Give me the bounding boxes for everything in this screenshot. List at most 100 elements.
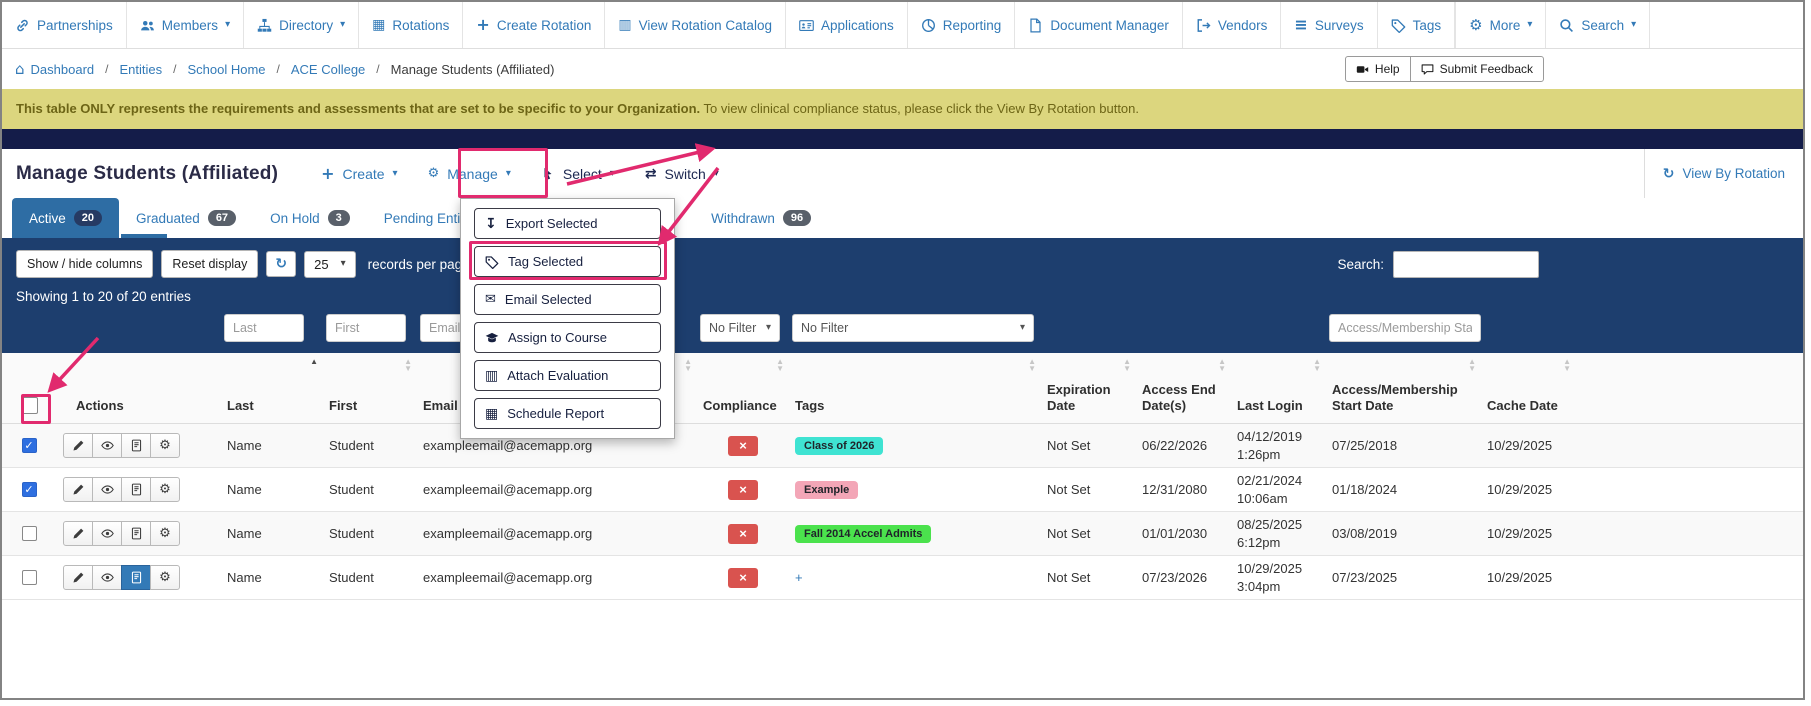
- view-button[interactable]: [92, 521, 122, 547]
- view-by-rotation-button[interactable]: View By Rotation: [1643, 149, 1803, 199]
- edit-button[interactable]: [63, 565, 93, 591]
- tag-pill[interactable]: Example: [795, 480, 859, 499]
- view-button[interactable]: [92, 433, 122, 459]
- cell-access-end: 12/31/2080: [1142, 482, 1208, 498]
- nav-create-rotation[interactable]: Create Rotation: [463, 2, 606, 48]
- sort-icon[interactable]: [1563, 358, 1571, 372]
- sort-icon[interactable]: [776, 358, 784, 372]
- edit-button[interactable]: [63, 433, 93, 459]
- reset-display-button[interactable]: Reset display: [161, 250, 259, 279]
- select-all-checkbox[interactable]: [20, 397, 38, 415]
- nav-partnerships[interactable]: Partnerships: [2, 2, 127, 48]
- view-button[interactable]: [92, 565, 122, 591]
- table-toolbar-area: Show / hide columns Reset display 25 rec…: [2, 238, 1803, 354]
- menu-item-attach-evaluation[interactable]: Attach Evaluation: [474, 360, 661, 391]
- refresh-button[interactable]: [266, 251, 297, 278]
- settings-button[interactable]: [150, 477, 180, 503]
- tags-filter-select[interactable]: No Filter: [792, 314, 1034, 343]
- breadcrumb-school-home[interactable]: School Home: [187, 62, 265, 77]
- nav-tags[interactable]: Tags: [1378, 2, 1456, 48]
- log-button[interactable]: [121, 477, 151, 503]
- search-icon: [1559, 18, 1574, 33]
- file-icon: [1028, 18, 1043, 33]
- last-name-filter-input[interactable]: [224, 314, 304, 343]
- feedback-label: Submit Feedback: [1439, 62, 1533, 76]
- chevron-down-icon: [714, 169, 719, 179]
- per-page-select[interactable]: 25: [304, 250, 356, 278]
- compliance-x-badge[interactable]: [728, 523, 758, 544]
- row-checkbox[interactable]: [21, 570, 37, 586]
- chevron-down-icon: [341, 259, 346, 269]
- nav-directory[interactable]: Directory: [244, 2, 360, 48]
- sort-icon[interactable]: [684, 358, 692, 372]
- cell-email: exampleemail@acemapp.org: [423, 570, 593, 586]
- row-checkbox[interactable]: [21, 438, 37, 454]
- cell-start-date: 07/25/2018: [1332, 438, 1398, 454]
- nav-label: Search: [1581, 17, 1625, 33]
- compliance-x-badge[interactable]: [728, 567, 758, 588]
- sort-icon[interactable]: [1313, 358, 1321, 372]
- nav-members[interactable]: Members: [127, 2, 245, 48]
- tag-pill[interactable]: Fall 2014 Accel Admits: [795, 524, 932, 543]
- tag-pill[interactable]: Class of 2026: [795, 436, 884, 455]
- breadcrumb-ace-college[interactable]: ACE College: [291, 62, 365, 77]
- log-button[interactable]: [121, 433, 151, 459]
- nav-applications[interactable]: Applications: [786, 2, 908, 48]
- row-checkbox[interactable]: [21, 482, 37, 498]
- gear-icon: [159, 571, 171, 584]
- manage-menu-button[interactable]: Manage: [413, 149, 526, 198]
- table-search-input[interactable]: [1393, 250, 1539, 278]
- tab-on-hold[interactable]: On Hold 3: [253, 198, 367, 238]
- nav-surveys[interactable]: Surveys: [1281, 2, 1378, 48]
- nav-search[interactable]: Search: [1546, 2, 1651, 48]
- help-button[interactable]: Help: [1344, 56, 1411, 82]
- sort-icon[interactable]: [1468, 358, 1476, 372]
- refresh-icon: [275, 257, 287, 271]
- header-last: Last: [221, 353, 323, 423]
- sort-icon[interactable]: [1218, 358, 1226, 372]
- tab-graduated[interactable]: Graduated 67: [119, 198, 253, 238]
- sort-icon[interactable]: [1028, 358, 1036, 372]
- menu-item-assign-to-course[interactable]: Assign to Course: [474, 322, 661, 353]
- select-menu-button[interactable]: Select: [526, 149, 630, 198]
- nav-reporting[interactable]: Reporting: [908, 2, 1016, 48]
- show-hide-columns-button[interactable]: Show / hide columns: [16, 250, 154, 279]
- add-tag-link[interactable]: +: [795, 570, 803, 585]
- nav-vendors[interactable]: Vendors: [1183, 2, 1282, 48]
- breadcrumb-dashboard[interactable]: Dashboard: [15, 62, 95, 77]
- menu-item-email-selected[interactable]: Email Selected: [474, 284, 661, 315]
- log-button[interactable]: [121, 565, 151, 591]
- compliance-x-badge[interactable]: [728, 435, 758, 456]
- nav-more[interactable]: More: [1455, 2, 1547, 48]
- menu-item-export-selected[interactable]: Export Selected: [474, 208, 661, 239]
- switch-menu-button[interactable]: Switch: [630, 149, 734, 198]
- menu-item-tag-selected[interactable]: Tag Selected: [474, 246, 661, 277]
- nav-rotations[interactable]: Rotations: [359, 2, 464, 48]
- settings-button[interactable]: [150, 521, 180, 547]
- submit-feedback-button[interactable]: Submit Feedback: [1409, 56, 1544, 82]
- breadcrumb-entities[interactable]: Entities: [119, 62, 162, 77]
- nav-document-manager[interactable]: Document Manager: [1015, 2, 1183, 48]
- sort-icon[interactable]: [310, 358, 318, 372]
- log-button[interactable]: [121, 521, 151, 547]
- header-label: Email: [423, 398, 458, 413]
- settings-button[interactable]: [150, 565, 180, 591]
- settings-button[interactable]: [150, 433, 180, 459]
- plus-icon: [321, 166, 334, 182]
- sort-icon[interactable]: [1123, 358, 1131, 372]
- tab-active[interactable]: Active 20: [12, 198, 120, 239]
- tab-withdrawn[interactable]: Withdrawn 96: [694, 198, 828, 238]
- menu-item-schedule-report[interactable]: Schedule Report: [474, 398, 661, 429]
- edit-button[interactable]: [63, 521, 93, 547]
- sort-icon[interactable]: [404, 358, 412, 372]
- first-name-filter-input[interactable]: [326, 314, 406, 343]
- row-checkbox[interactable]: [21, 526, 37, 542]
- edit-button[interactable]: [63, 477, 93, 503]
- create-menu-button[interactable]: Create: [306, 149, 412, 198]
- filter-value: No Filter: [709, 321, 757, 336]
- view-button[interactable]: [92, 477, 122, 503]
- access-start-filter-input[interactable]: [1329, 314, 1481, 343]
- compliance-x-badge[interactable]: [728, 479, 758, 500]
- compliance-filter-select[interactable]: No Filter: [700, 314, 780, 343]
- nav-view-rotation-catalog[interactable]: View Rotation Catalog: [605, 2, 786, 48]
